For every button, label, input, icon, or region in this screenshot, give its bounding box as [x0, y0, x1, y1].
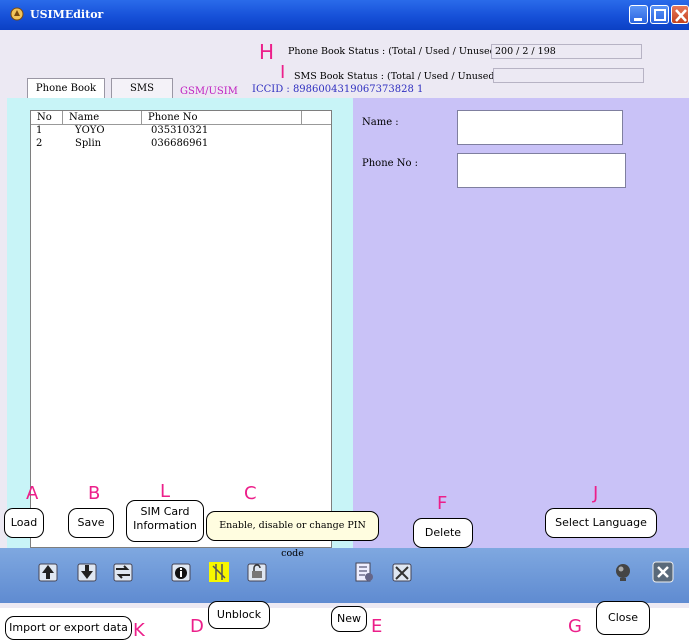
phone-no-input[interactable]	[457, 153, 626, 188]
callout-save: Save	[68, 508, 114, 538]
sms-book-status-label: SMS Book Status : (Total / Used / Unused…	[294, 71, 499, 82]
annotation-c: C	[244, 483, 257, 504]
phone-book-status-label: Phone Book Status : (Total / Used / Unus…	[288, 46, 500, 57]
language-globe-icon[interactable]	[612, 561, 634, 583]
annotation-g: G	[568, 616, 582, 637]
row-name: Splin	[75, 138, 102, 149]
new-icon[interactable]	[353, 561, 375, 583]
callout-new: New	[331, 606, 367, 632]
maximize-button[interactable]	[650, 5, 669, 24]
column-header-name[interactable]: Name	[63, 111, 142, 125]
annotation-l: L	[160, 481, 171, 502]
pin-code-icon[interactable]	[208, 561, 230, 583]
delete-icon[interactable]	[391, 561, 413, 583]
annotation-j: J	[593, 483, 599, 504]
title-bar[interactable]: USIMEditor	[0, 0, 689, 30]
name-input[interactable]	[457, 110, 623, 145]
callout-import-export: Import or export data	[5, 616, 132, 640]
row-no: 1	[36, 125, 43, 136]
phone-book-status-value: 200 / 2 / 198	[491, 44, 642, 59]
annotation-b: B	[88, 483, 101, 504]
annotation-d: D	[190, 616, 204, 637]
close-window-button[interactable]	[671, 5, 689, 24]
sms-book-status-value	[493, 68, 644, 83]
window-title: USIMEditor	[30, 8, 104, 21]
row-phone: 036686961	[151, 138, 209, 149]
column-header-phone[interactable]: Phone No	[142, 111, 302, 125]
annotation-k: K	[133, 620, 145, 641]
card-type-label: GSM/USIM	[180, 86, 238, 97]
app-icon	[10, 7, 24, 21]
minimize-button[interactable]	[629, 5, 648, 24]
column-header-no[interactable]: No	[31, 111, 63, 125]
callout-unblock: Unblock	[208, 601, 270, 629]
iccid-label: ICCID : 8986004319067373828 1	[252, 84, 424, 95]
annotation-h: H	[259, 40, 275, 64]
callout-delete: Delete	[413, 518, 473, 548]
import-export-icon[interactable]	[112, 561, 134, 583]
tab-phone-book[interactable]: Phone Book	[27, 78, 105, 98]
column-header-spacer	[302, 111, 331, 125]
annotation-f: F	[437, 493, 448, 514]
close-app-icon[interactable]	[652, 561, 674, 583]
table-row[interactable]: 2 Splin 036686961	[31, 138, 331, 150]
toolbar	[0, 548, 689, 603]
callout-sim-card-info: SIM Card Information	[126, 500, 204, 542]
tab-sms[interactable]: SMS	[111, 78, 173, 98]
sim-card-info-icon[interactable]	[170, 561, 192, 583]
annotation-i: I	[280, 62, 286, 83]
annotation-e: E	[371, 616, 383, 637]
save-icon[interactable]	[76, 561, 98, 583]
name-label: Name :	[362, 117, 399, 128]
callout-pin-code: Enable, disable or change PIN code	[206, 511, 379, 559]
row-name: YOYO	[75, 125, 105, 136]
annotation-a: A	[26, 483, 39, 504]
table-row[interactable]: 1 YOYO 035310321	[31, 125, 331, 137]
row-phone: 035310321	[151, 125, 209, 136]
load-icon[interactable]	[37, 561, 59, 583]
callout-select-language: Select Language	[545, 508, 657, 538]
phone-book-list[interactable]: No Name Phone No 1 YOYO 035310321 2 Spli…	[30, 110, 332, 548]
phone-no-label: Phone No :	[362, 158, 419, 169]
callout-load: Load	[4, 508, 44, 538]
row-no: 2	[36, 138, 43, 149]
unblock-icon[interactable]	[246, 561, 268, 583]
callout-close: Close	[596, 601, 650, 635]
